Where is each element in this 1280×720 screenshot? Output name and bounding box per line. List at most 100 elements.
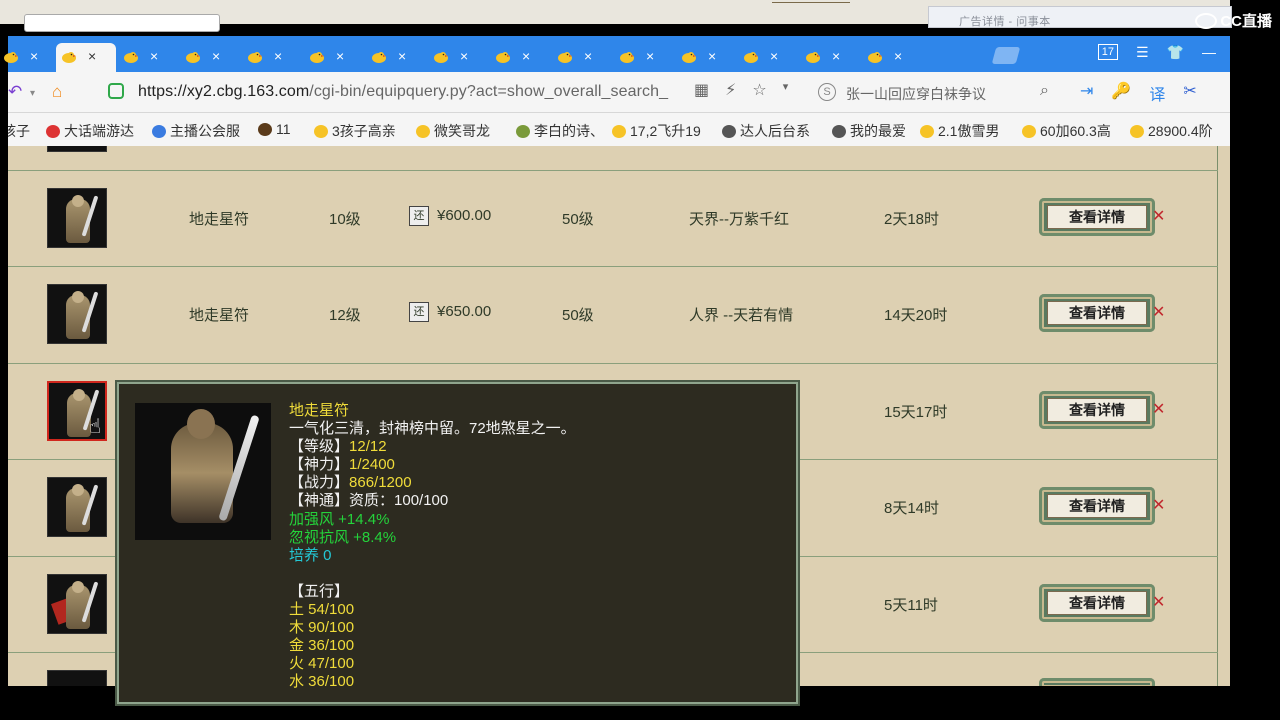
view-details-button[interactable]: 查看详情 ✕ xyxy=(1039,391,1165,429)
tab-close-icon[interactable]: × xyxy=(336,48,344,64)
tab-close-icon[interactable]: × xyxy=(150,48,158,64)
bookmark-item[interactable]: 李白的诗、 xyxy=(516,121,604,141)
minimize-icon[interactable]: — xyxy=(1202,44,1216,61)
item-thumbnail[interactable] xyxy=(47,188,107,248)
tab-close-icon[interactable]: × xyxy=(274,48,282,64)
bookmark-item[interactable]: 达人后台系 xyxy=(722,121,810,141)
bookmark-item[interactable]: 孩子 xyxy=(8,121,30,141)
back-dropdown-icon[interactable]: ▾ xyxy=(30,88,35,99)
bookmark-item[interactable]: 大话端游达 xyxy=(46,121,134,141)
browser-tab[interactable]: × xyxy=(366,43,426,72)
tab-count-badge[interactable]: 17 xyxy=(1097,44,1118,60)
view-details-button[interactable] xyxy=(1039,678,1155,686)
login-icon[interactable]: ⇥ xyxy=(1080,81,1093,105)
item-thumbnail[interactable] xyxy=(47,146,107,152)
table-row: 地走星符 12级 还 ¥650.00 50级 人界 --天若有情 14天20时 查看详情 ✕ xyxy=(8,266,1218,362)
bookmark-item[interactable]: 28900.4阶 xyxy=(1130,121,1213,141)
tab-close-icon[interactable]: × xyxy=(522,48,530,64)
back-arrow-icon[interactable]: ↶ xyxy=(8,82,22,102)
item-name: 地走星符 xyxy=(189,211,250,228)
browser-tab[interactable]: × xyxy=(428,43,488,72)
search-text[interactable]: 张一山回应穿白袜争议 xyxy=(846,84,986,104)
bookmark-item[interactable]: 2.1傲雪男 xyxy=(920,121,999,141)
bookmark-item[interactable]: 60加60.3高 xyxy=(1022,121,1111,141)
scissors-icon[interactable]: ✂ xyxy=(1183,81,1196,105)
tab-close-icon[interactable]: × xyxy=(30,48,38,64)
dropdown-icon[interactable]: ▾ xyxy=(783,80,789,100)
shirt-skin-icon[interactable]: 👕 xyxy=(1167,44,1184,61)
chick-favicon-icon xyxy=(247,50,263,64)
browser-tab[interactable]: × xyxy=(118,43,178,72)
view-details-label: 查看详情 xyxy=(1047,494,1147,518)
item-thumbnail[interactable] xyxy=(47,670,107,686)
browser-tab[interactable]: × xyxy=(614,43,674,72)
bookmark-item[interactable]: 主播公会服 xyxy=(152,121,240,141)
view-details-button[interactable]: 查看详情 ✕ xyxy=(1039,294,1165,332)
bookmark-favicon-icon xyxy=(612,124,626,138)
bookmark-item[interactable]: 微笑哥龙 xyxy=(416,121,490,141)
close-x-icon[interactable]: ✕ xyxy=(1152,495,1165,515)
home-icon[interactable]: ⌂ xyxy=(52,82,62,102)
time-left: 8天14时 xyxy=(884,500,940,517)
tab-close-icon[interactable]: × xyxy=(894,48,902,64)
view-details-button[interactable]: 查看详情 ✕ xyxy=(1039,198,1165,236)
search-icon[interactable]: ⌕ xyxy=(1040,82,1049,100)
bookmark-favicon-icon xyxy=(1022,124,1036,138)
close-x-icon[interactable]: ✕ xyxy=(1152,302,1165,322)
close-x-icon[interactable]: ✕ xyxy=(1152,399,1165,419)
bookmark-label: 2.1傲雪男 xyxy=(938,123,1000,139)
wuxing-earth: 土 54/100 xyxy=(289,601,355,619)
browser-tab[interactable]: × xyxy=(490,43,550,72)
bookmark-item[interactable]: 17,2飞升19 xyxy=(612,121,701,141)
table-row: 地走星符 10级 还 ¥600.00 50级 天界--万紫千红 2天18时 查看详情 ✕ xyxy=(8,170,1218,266)
tab-close-icon[interactable]: × xyxy=(770,48,778,64)
view-details-button[interactable]: 查看详情 ✕ xyxy=(1039,487,1165,525)
tab-close-icon[interactable]: × xyxy=(708,48,716,64)
menu-icon[interactable]: ☰ xyxy=(1136,44,1149,61)
translate-icon[interactable]: 译 xyxy=(1149,81,1165,105)
lightning-icon[interactable]: ⚡ xyxy=(725,80,736,100)
bookmark-label: 28900.4阶 xyxy=(1148,123,1213,139)
item-thumbnail[interactable] xyxy=(47,574,107,634)
tab-close-icon[interactable]: × xyxy=(398,48,406,64)
star-icon[interactable]: ☆ xyxy=(752,80,766,100)
bookmark-item[interactable]: 我的最爱 xyxy=(832,121,906,141)
price-value: ¥600.00 xyxy=(437,206,492,224)
browser-tab-active[interactable]: × xyxy=(56,43,116,72)
browser-tab[interactable]: × xyxy=(738,43,798,72)
tab-close-icon[interactable]: × xyxy=(88,48,96,64)
item-thumbnail[interactable] xyxy=(47,284,107,344)
browser-tab[interactable]: × xyxy=(552,43,612,72)
browser-tab[interactable]: × xyxy=(676,43,736,72)
wuxing-wood: 木 90/100 xyxy=(289,619,355,637)
search-engine-icon[interactable]: S xyxy=(818,83,836,101)
url-text[interactable]: https://xy2.cbg.163.com/cgi-bin/equipque… xyxy=(138,83,668,101)
tab-close-icon[interactable]: × xyxy=(460,48,468,64)
tab-close-icon[interactable]: × xyxy=(646,48,654,64)
view-details-button[interactable]: 查看详情 ✕ xyxy=(1039,584,1165,622)
new-tab-button[interactable] xyxy=(991,47,1021,64)
bookmark-favicon-icon xyxy=(516,124,530,138)
bookmark-label: 李白的诗、 xyxy=(534,123,604,139)
browser-tab[interactable]: × xyxy=(180,43,240,72)
browser-tab[interactable]: × xyxy=(242,43,302,72)
bookmark-item[interactable]: 11 xyxy=(258,121,291,137)
search-box[interactable]: S 张一山回应穿白袜争议 ⌕ xyxy=(818,77,1058,107)
bookmark-favicon-icon xyxy=(1130,124,1144,138)
tab-close-icon[interactable]: × xyxy=(212,48,220,64)
key-icon[interactable]: 🔑 xyxy=(1111,81,1131,105)
close-x-icon[interactable]: ✕ xyxy=(1152,592,1165,612)
close-x-icon[interactable]: ✕ xyxy=(1152,206,1165,226)
browser-tab[interactable]: × xyxy=(800,43,860,72)
bookmark-favicon-icon xyxy=(920,124,934,138)
bookmark-item[interactable]: 3孩子高亲 xyxy=(314,121,396,141)
tab-close-icon[interactable]: × xyxy=(584,48,592,64)
browser-tab[interactable]: × xyxy=(862,43,922,72)
browser-tab[interactable]: × xyxy=(304,43,364,72)
tab-close-icon[interactable]: × xyxy=(832,48,840,64)
item-thumbnail[interactable] xyxy=(47,477,107,537)
address-toolbar: ↶ ▾ ⌂ https://xy2.cbg.163.com/cgi-bin/eq… xyxy=(8,72,1230,113)
chick-favicon-icon xyxy=(309,50,325,64)
browser-tab[interactable]: × xyxy=(0,43,58,72)
qr-code-icon[interactable]: ▦ xyxy=(694,80,709,100)
